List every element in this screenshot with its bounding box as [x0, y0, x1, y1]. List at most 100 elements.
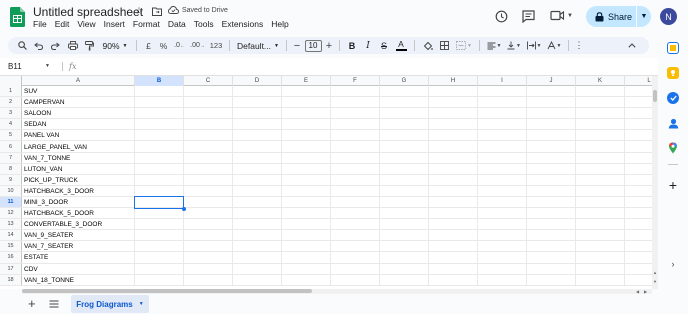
cell-i15[interactable] [478, 241, 527, 253]
maps-icon[interactable] [667, 142, 679, 154]
cell-i12[interactable] [478, 208, 527, 220]
move-folder-icon[interactable] [151, 5, 163, 17]
cell-f13[interactable] [331, 219, 380, 231]
cell-h18[interactable] [429, 274, 478, 286]
cell-a1[interactable]: SUV [22, 86, 135, 98]
avatar[interactable]: N [660, 8, 677, 25]
cell-a2[interactable]: CAMPERVAN [22, 97, 135, 109]
cell-l9[interactable] [625, 175, 652, 186]
cell-e11[interactable] [282, 196, 331, 209]
sheets-logo-icon[interactable] [10, 7, 25, 27]
cell-a8[interactable]: LUTON_VAN [22, 163, 135, 175]
cell-l16[interactable] [625, 252, 652, 263]
currency-format-button[interactable]: £ [141, 37, 156, 54]
share-button[interactable]: Share ▼ [586, 6, 651, 27]
cell-i16[interactable] [478, 252, 527, 264]
cell-c9[interactable] [184, 174, 233, 186]
cell-i6[interactable] [478, 141, 527, 153]
paint-format-icon[interactable] [81, 37, 98, 54]
cell-l5[interactable] [625, 130, 652, 141]
cell-f3[interactable] [331, 108, 380, 120]
column-header-b[interactable]: B [135, 76, 184, 86]
cell-f15[interactable] [331, 241, 380, 253]
cell-k4[interactable] [576, 119, 625, 131]
cell-l13[interactable] [625, 219, 652, 230]
cell-b14[interactable] [135, 230, 184, 242]
cell-c11[interactable] [184, 196, 233, 209]
cell-c3[interactable] [184, 108, 233, 120]
cell-f6[interactable] [331, 141, 380, 153]
cell-k3[interactable] [576, 108, 625, 120]
cell-b7[interactable] [135, 152, 184, 164]
cell-h7[interactable] [429, 152, 478, 164]
font-size-field[interactable]: 10 [303, 37, 323, 54]
cell-c1[interactable] [184, 86, 233, 98]
row-header[interactable]: 12 [0, 208, 22, 219]
cell-e10[interactable] [282, 185, 331, 197]
cell-e6[interactable] [282, 141, 331, 153]
row-header[interactable]: 16 [0, 252, 22, 263]
row-header[interactable]: 1 [0, 86, 22, 97]
cell-d11[interactable] [233, 196, 282, 209]
cell-e4[interactable] [282, 119, 331, 131]
cell-j12[interactable] [527, 208, 576, 220]
cell-f16[interactable] [331, 252, 380, 264]
cell-i1[interactable] [478, 86, 527, 98]
menu-insert[interactable]: Insert [104, 19, 129, 29]
cell-c4[interactable] [184, 119, 233, 131]
select-all-corner[interactable] [0, 76, 22, 86]
cell-b3[interactable] [135, 108, 184, 120]
cell-h10[interactable] [429, 185, 478, 197]
column-header-j[interactable]: J [527, 76, 576, 86]
fill-color-icon[interactable] [419, 37, 436, 54]
cell-a10[interactable]: HATCHBACK_3_DOOR [22, 185, 135, 197]
collapse-toolbar-icon[interactable] [625, 37, 639, 54]
scroll-down-icon[interactable]: ▼ [653, 279, 657, 284]
cell-e1[interactable] [282, 86, 331, 98]
cell-j2[interactable] [527, 97, 576, 109]
tasks-icon[interactable] [667, 92, 679, 104]
cell-k11[interactable] [576, 196, 625, 209]
undo-icon[interactable] [30, 37, 47, 54]
cell-k15[interactable] [576, 241, 625, 253]
column-header-i[interactable]: I [478, 76, 527, 86]
cell-k7[interactable] [576, 152, 625, 164]
cell-i10[interactable] [478, 185, 527, 197]
cell-b15[interactable] [135, 241, 184, 253]
spreadsheet-grid[interactable]: ABCDEFGHIJKL 1 SUV 2 CAMPERVAN 3 SALOON 4 SEDAN… [0, 76, 652, 289]
cell-j10[interactable] [527, 185, 576, 197]
cell-g18[interactable] [380, 274, 429, 286]
cell-j3[interactable] [527, 108, 576, 120]
cell-e9[interactable] [282, 174, 331, 186]
horizontal-align-icon[interactable]: ▼ [484, 37, 504, 54]
zoom-select[interactable]: 90% ▼ [98, 37, 132, 54]
cell-f17[interactable] [331, 263, 380, 275]
cell-k9[interactable] [576, 174, 625, 186]
cell-i13[interactable] [478, 219, 527, 231]
cell-h5[interactable] [429, 130, 478, 142]
cell-l4[interactable] [625, 119, 652, 130]
cell-b13[interactable] [135, 219, 184, 231]
cell-c18[interactable] [184, 274, 233, 286]
cell-i18[interactable] [478, 274, 527, 286]
cell-e2[interactable] [282, 97, 331, 109]
cell-i11[interactable] [478, 196, 527, 209]
cell-a15[interactable]: VAN_7_SEATER [22, 241, 135, 253]
name-box[interactable]: B11 ▼ [0, 62, 54, 71]
cell-d9[interactable] [233, 174, 282, 186]
cell-h16[interactable] [429, 252, 478, 264]
decrease-font-size-icon[interactable]: − [291, 37, 303, 54]
cell-a13[interactable]: CONVERTABLE_3_DOOR [22, 219, 135, 231]
cell-c8[interactable] [184, 163, 233, 175]
cell-c5[interactable] [184, 130, 233, 142]
cell-g11[interactable] [380, 196, 429, 209]
cell-j13[interactable] [527, 219, 576, 231]
column-header-e[interactable]: E [282, 76, 331, 86]
cell-b2[interactable] [135, 97, 184, 109]
cell-d16[interactable] [233, 252, 282, 264]
keep-icon[interactable] [667, 67, 679, 79]
cell-b1[interactable] [135, 86, 184, 98]
row-header[interactable]: 15 [0, 241, 22, 252]
cell-g16[interactable] [380, 252, 429, 264]
number-format-button[interactable]: 123 [207, 37, 225, 54]
